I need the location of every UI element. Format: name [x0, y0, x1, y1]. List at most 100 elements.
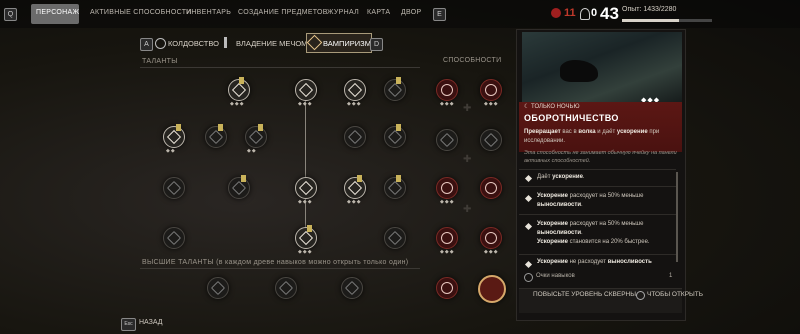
ability-link: ✚ — [463, 204, 472, 215]
talent-node[interactable] — [295, 227, 317, 249]
tree-tab-swordsmanship[interactable]: ВЛАДЕНИЕ МЕЧОМ — [236, 39, 307, 48]
rank-dots: ◆◆◆ — [484, 249, 499, 255]
higher-talent-node[interactable] — [341, 277, 363, 299]
ability-node[interactable] — [480, 129, 502, 151]
upgrade-tail-1: ЧТОБЫ ОТКРЫТЬ — [647, 291, 704, 298]
talent-node[interactable] — [384, 177, 406, 199]
tab-character[interactable]: ПЕРСОНАЖ — [36, 9, 79, 16]
rank-dots: ◆◆◆ — [230, 101, 245, 107]
ability-description: Превращает вас в волка и даёт ускорение … — [524, 129, 660, 144]
tree-tab-sorcery[interactable]: КОЛДОВСТВО — [168, 39, 219, 48]
skill-points-icon — [524, 273, 533, 282]
level-badge — [396, 77, 401, 84]
tab-court[interactable]: ДВОР — [401, 9, 422, 16]
upgrade-label: ПОВЫСЬТЕ УРОВЕНЬ СКВЕРНЫ — [533, 291, 636, 298]
level-badge — [241, 175, 246, 182]
talent-node[interactable] — [384, 227, 406, 249]
tab-crafting[interactable]: СОЗДАНИЕ ПРЕДМЕТОВ — [238, 9, 328, 16]
rank-dots: ◆◆ — [166, 148, 176, 154]
next-tab-key[interactable]: E — [433, 8, 446, 21]
higher-talent-node[interactable] — [207, 277, 229, 299]
upgrade-line-3: Ускорение расходует на 50% меньше выносл… — [537, 221, 650, 245]
back-key[interactable]: Esc — [121, 318, 136, 331]
skill-points-label: Очки навыков — [536, 273, 575, 279]
panel-scrollbar[interactable] — [676, 172, 678, 262]
tab-map[interactable]: КАРТА — [367, 9, 390, 16]
ability-node[interactable] — [436, 129, 458, 151]
zero-count: 0 — [591, 7, 598, 19]
talent-node[interactable] — [163, 177, 185, 199]
talent-node[interactable] — [384, 79, 406, 101]
ability-artwork — [522, 32, 682, 104]
level-badge — [396, 175, 401, 182]
xp-label: Опыт: 1433/2280 — [622, 6, 677, 13]
talent-node[interactable] — [295, 79, 317, 101]
tab-active-abilities[interactable]: АКТИВНЫЕ СПОСОБНОСТИ — [90, 9, 192, 16]
ability-node[interactable] — [436, 277, 458, 299]
talent-node[interactable] — [344, 79, 366, 101]
panel-divider — [519, 214, 676, 215]
talent-node[interactable] — [344, 126, 366, 148]
prev-tab-key[interactable]: Q — [4, 8, 17, 21]
tab-inventory[interactable]: ИНВЕНТАРЬ — [186, 9, 231, 16]
rank-dots: ◆◆◆ — [298, 249, 313, 255]
rank-dots: ◆◆◆ — [347, 199, 362, 205]
rank-dots: ◆◆◆ — [440, 101, 455, 107]
higher-divider — [140, 268, 420, 269]
talent-node[interactable] — [295, 177, 317, 199]
upgrade-line-1: Даёт ускорение. — [537, 174, 585, 180]
skill-points-value: 1 — [669, 273, 673, 279]
ability-node[interactable] — [480, 79, 502, 101]
ability-link: ✚ — [463, 103, 472, 114]
talents-divider — [140, 67, 420, 68]
level-badge — [396, 124, 401, 131]
next-tree-key[interactable]: D — [370, 38, 383, 51]
sorcery-icon — [155, 38, 166, 49]
ability-node[interactable] — [436, 227, 458, 249]
rank-dots: ◆◆◆ — [484, 101, 499, 107]
talent-node[interactable] — [163, 126, 185, 148]
talent-node[interactable] — [163, 227, 185, 249]
level-badge — [176, 124, 181, 131]
blood-icon — [551, 8, 561, 18]
talents-label: ТАЛАНТЫ — [142, 58, 178, 65]
panel-divider — [519, 186, 676, 187]
tree-tab-vampirism[interactable]: ВАМПИРИЗМ — [323, 39, 371, 48]
rank-dots: ◆◆◆ — [347, 101, 362, 107]
higher-talents-label: ВЫСШИЕ ТАЛАНТЫ (в каждом древе навыков м… — [142, 259, 409, 266]
upgrade-line-4: Ускорение не расходует выносливость — [537, 259, 652, 265]
ability-note: Эта способность не занимает обычную ячей… — [524, 150, 677, 164]
rank-dots: ◆◆◆ — [298, 199, 313, 205]
level-badge — [239, 77, 244, 84]
panel-divider — [519, 169, 676, 170]
prev-tree-key[interactable]: A — [140, 38, 153, 51]
talent-node[interactable] — [344, 177, 366, 199]
ability-link: ✚ — [463, 154, 472, 165]
tab-journal[interactable]: ЖУРНАЛ — [327, 9, 359, 16]
ability-node[interactable] — [436, 177, 458, 199]
bell-icon — [580, 8, 590, 20]
panel-divider — [519, 254, 676, 255]
talent-node[interactable] — [384, 126, 406, 148]
ability-node[interactable] — [480, 227, 502, 249]
higher-talent-node[interactable] — [275, 277, 297, 299]
player-level: 43 — [600, 4, 619, 23]
ability-node[interactable] — [436, 79, 458, 101]
connector-line — [305, 100, 306, 240]
blood-count: 11 — [564, 7, 576, 19]
talent-node[interactable] — [205, 126, 227, 148]
upgrade-line-2: Ускорение расходует на 50% меньше выносл… — [537, 193, 644, 208]
talent-node[interactable] — [245, 126, 267, 148]
werewolf-ability-node-selected[interactable] — [478, 275, 506, 303]
rank-dots: ◆◆◆ — [298, 101, 313, 107]
rank-dots: ◆◆◆ — [440, 199, 455, 205]
talent-node[interactable] — [228, 177, 250, 199]
night-tag: ☾ ТОЛЬКО НОЧЬЮ — [524, 104, 580, 110]
back-button[interactable]: НАЗАД — [139, 319, 163, 326]
abilities-label: СПОСОБНОСТИ — [443, 57, 502, 64]
sword-icon — [224, 37, 227, 48]
level-badge — [307, 225, 312, 232]
level-badge — [258, 124, 263, 131]
ability-node[interactable] — [480, 177, 502, 199]
rank-dots: ◆◆ — [247, 148, 257, 154]
